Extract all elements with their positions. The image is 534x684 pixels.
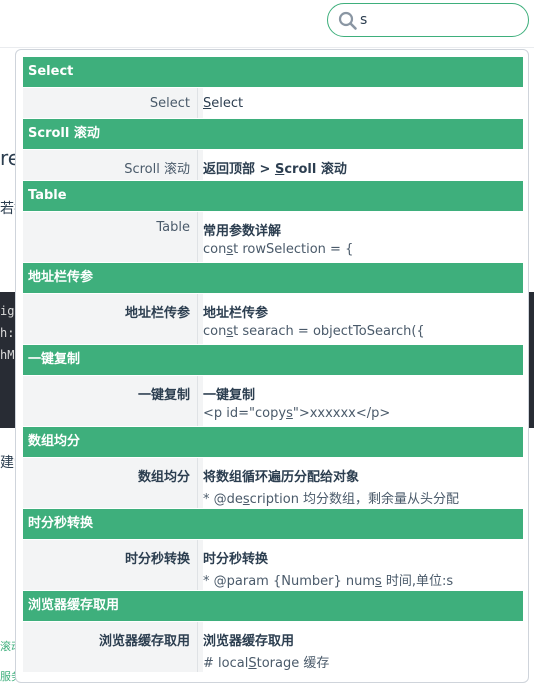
match-highlight: s	[375, 574, 382, 589]
suggestion-item[interactable]: 地址栏传参 地址栏传参 const searach = objectToSearch…	[23, 294, 523, 344]
title-text: elect	[211, 96, 244, 111]
suggestion-excerpt: <p id="copys">xxxxxx</p>	[203, 406, 523, 421]
excerpt-text: ">xxxxxx</p>	[292, 406, 391, 421]
title-text: 将数组循环遍历分配给对象	[203, 470, 360, 485]
excerpt-text: t searach = objectToSearch({	[233, 324, 425, 339]
excerpt-text: con	[203, 242, 227, 257]
suggestion-item[interactable]: 一键复制 一键复制 <p id="copys">xxxxxx</p>	[23, 376, 523, 426]
search-input[interactable]	[360, 9, 510, 31]
suggestion-category: 数组均分	[23, 458, 198, 508]
code-line: h:	[0, 326, 15, 340]
suggestion-excerpt: * @description 均分数组，剩余量从头分配	[203, 488, 523, 507]
excerpt-text: * @param {Number} num	[203, 574, 375, 589]
suggestion-item[interactable]: 浏览器缓存取用 浏览器缓存取用 # localStorage 缓存	[23, 622, 523, 672]
suggestion-group-header: 时分秒转换	[23, 509, 523, 539]
suggestion-excerpt: # localStorage 缓存	[203, 652, 523, 671]
suggestion-excerpt: const rowSelection = {	[203, 242, 523, 257]
suggestion-group-header: Table	[23, 181, 523, 211]
suggestion-group-header: 数组均分	[23, 427, 523, 457]
suggestion-item[interactable]: 数组均分 将数组循环遍历分配给对象 * @description 均分数组，剩余量从…	[23, 458, 523, 508]
suggestion-title: 浏览器缓存取用	[203, 630, 523, 649]
suggestion-category: Select	[23, 88, 198, 118]
title-text: 一键复制	[203, 388, 256, 403]
suggestion-group-header: 一键复制	[23, 345, 523, 375]
suggestion-title: 时分秒转换	[203, 548, 523, 567]
excerpt-text: cription 均分数组，剩余量从头分配	[249, 492, 460, 507]
title-text: 时分秒转换	[203, 552, 269, 567]
suggestion-group-header: 浏览器缓存取用	[23, 591, 523, 621]
title-text: 返回顶部 >	[203, 162, 275, 177]
suggestion-content: 常用参数详解 const rowSelection = {	[203, 212, 523, 262]
suggestion-content: 返回顶部 > Scroll 滚动	[203, 150, 523, 180]
code-line: hM	[0, 348, 15, 362]
navbar	[0, 0, 534, 48]
suggestion-title: 返回顶部 > Scroll 滚动	[203, 158, 523, 177]
suggestion-item[interactable]: Select Select	[23, 88, 523, 118]
search-icon	[338, 11, 357, 30]
suggestion-category: 浏览器缓存取用	[23, 622, 198, 672]
excerpt-text: con	[203, 324, 227, 339]
search-suggestions: Select Select Select Scroll 滚动 Scroll 滚动 返回顶部…	[15, 49, 529, 683]
suggestion-title: 一键复制	[203, 384, 523, 403]
excerpt-text: <p id="copy	[203, 406, 287, 421]
suggestion-excerpt: * @param {Number} nums 时间,单位:s	[203, 570, 523, 589]
excerpt-text: torage 缓存	[256, 656, 330, 671]
suggestion-content: 浏览器缓存取用 # localStorage 缓存	[203, 622, 523, 672]
suggestion-item[interactable]: Table 常用参数详解 const rowSelection = {	[23, 212, 523, 262]
search-box[interactable]	[327, 3, 529, 37]
suggestion-excerpt: const searach = objectToSearch({	[203, 324, 523, 339]
suggestion-item[interactable]: Scroll 滚动 返回顶部 > Scroll 滚动	[23, 150, 523, 180]
suggestion-content: Select	[203, 88, 523, 118]
suggestion-category: 时分秒转换	[23, 540, 198, 590]
suggestion-item[interactable]: 时分秒转换 时分秒转换 * @param {Number} nums 时间,单位:s	[23, 540, 523, 590]
match-highlight: S	[274, 162, 285, 177]
excerpt-text: * @de	[203, 492, 243, 507]
suggestion-title: 地址栏传参	[203, 302, 523, 321]
suggestion-title: Select	[203, 96, 523, 111]
title-text: 地址栏传参	[203, 306, 269, 321]
title-text: 浏览器缓存取用	[203, 634, 295, 649]
suggestion-title: 常用参数详解	[203, 220, 523, 239]
suggestion-content: 地址栏传参 const searach = objectToSearch({	[203, 294, 523, 344]
excerpt-text: 时间,单位:s	[381, 574, 454, 589]
suggestion-category: 一键复制	[23, 376, 198, 426]
suggestion-category: Table	[23, 212, 198, 262]
suggestion-content: 时分秒转换 * @param {Number} nums 时间,单位:s	[203, 540, 523, 590]
suggestion-group-header: 地址栏传参	[23, 263, 523, 293]
title-text: 常用参数详解	[203, 224, 282, 239]
excerpt-text: # local	[203, 656, 249, 671]
suggestion-category: Scroll 滚动	[23, 150, 198, 180]
match-highlight: s	[242, 492, 250, 507]
title-text: croll 滚动	[284, 162, 347, 177]
match-highlight: S	[248, 656, 257, 671]
match-highlight: s	[286, 406, 293, 421]
suggestion-group-header: Scroll 滚动	[23, 119, 523, 149]
suggestion-content: 将数组循环遍历分配给对象 * @description 均分数组，剩余量从头分配	[203, 458, 523, 508]
suggestion-group-header: Select	[23, 57, 523, 87]
suggestion-category: 地址栏传参	[23, 294, 198, 344]
suggestion-content: 一键复制 <p id="copys">xxxxxx</p>	[203, 376, 523, 426]
suggestion-title: 将数组循环遍历分配给对象	[203, 466, 523, 485]
excerpt-text: t rowSelection = {	[233, 242, 354, 257]
